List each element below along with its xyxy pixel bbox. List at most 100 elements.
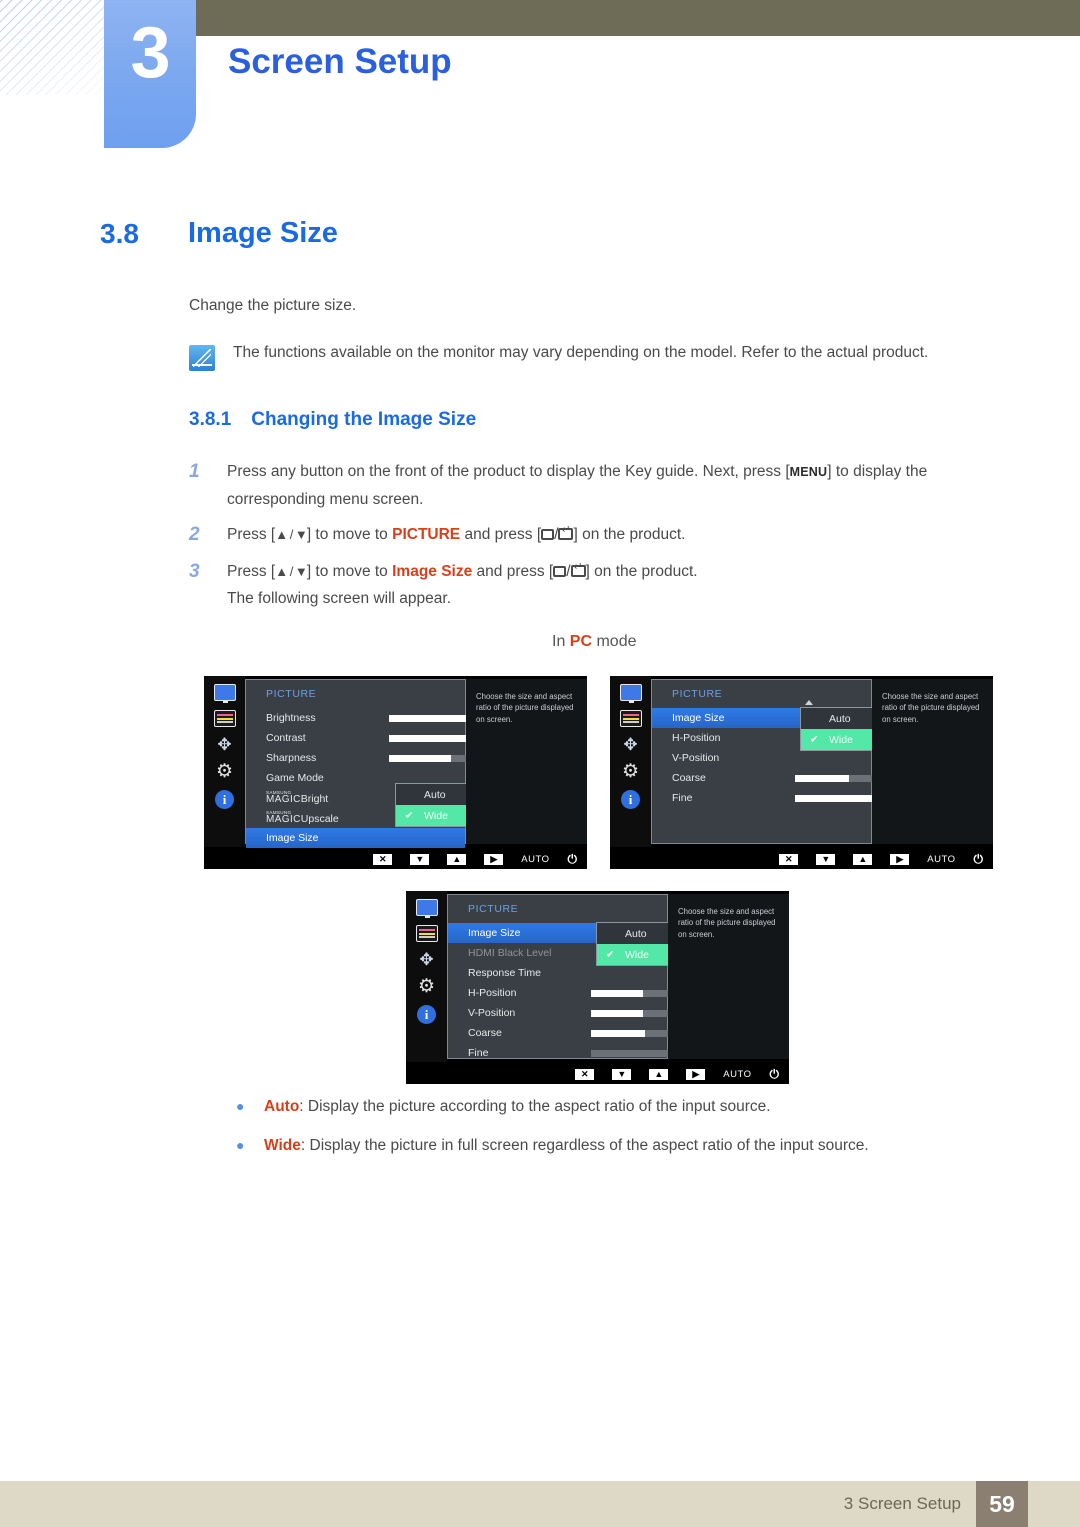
note-callout: The functions available on the monitor m…	[189, 343, 1009, 371]
gear-icon[interactable]: ⚙	[621, 762, 640, 781]
menu-key-label: MENU	[789, 465, 828, 479]
monitor-icon[interactable]	[415, 899, 438, 918]
osd-menu-panel: PICTURE Image Size H-Position V-Position…	[651, 679, 941, 844]
osd-row-coarse[interactable]: Coarse 2200	[448, 1023, 730, 1043]
osd-menu-panel: PICTURE Image Size HDMI Black Level Resp…	[447, 894, 737, 1059]
osd-row-sharpness[interactable]: Sharpness 60	[246, 748, 527, 768]
info-icon[interactable]: i	[215, 790, 234, 809]
auto-button[interactable]: AUTO	[521, 854, 549, 865]
pc-mode-pre: In	[552, 633, 570, 650]
right-arrow-icon[interactable]: ▶	[484, 853, 504, 865]
step-text-part4: ] on the product.	[573, 526, 686, 544]
osd-key-bar: ✕ ▼ ▲ ▶ AUTO ⏻	[610, 849, 993, 869]
osd-row-label: Contrast	[266, 732, 306, 744]
scroll-up-caret-icon	[805, 700, 813, 705]
color-bars-icon[interactable]	[415, 925, 438, 942]
subsection-number: 3.8.1	[189, 409, 232, 430]
osd-row-label: V-Position	[672, 752, 720, 764]
color-bars-icon[interactable]	[619, 710, 642, 727]
osd-row-label: Sharpness	[266, 752, 317, 764]
up-arrow-icon[interactable]: ▲	[447, 853, 467, 865]
pc-mode-highlight: PC	[569, 633, 593, 650]
osd-sidebar: ✥ ⚙ i	[406, 891, 447, 1062]
osd-screenshot-pc-picture: ✥ ⚙ i PICTURE Brightness 100 Contrast 75	[204, 676, 587, 869]
slash-2: /	[566, 562, 571, 580]
osd-menu-title: PICTURE	[468, 903, 519, 915]
osd-row-label: Brightness	[266, 712, 316, 724]
samsung-magic-logo: SAMSUNG MAGIC	[266, 809, 301, 826]
section-number: 3.8	[100, 218, 139, 249]
power-icon[interactable]: ⏻	[770, 1068, 780, 1080]
step-number: 1	[189, 461, 200, 482]
dpad-icon[interactable]: ✥	[214, 736, 235, 753]
close-icon[interactable]: ✕	[373, 853, 393, 865]
list-item: ● Wide: Display the picture in full scre…	[236, 1137, 1016, 1155]
step-2: 2 Press [▲ / ▼] to move to PICTURE and p…	[189, 521, 1001, 550]
osd-row-fine[interactable]: Fine 0	[448, 1043, 730, 1063]
step-target-keyword: Image Size	[392, 562, 473, 580]
steps-list: 1 Press any button on the front of the p…	[189, 458, 1001, 621]
source-key-icon	[541, 529, 555, 541]
samsung-magic-logo: SAMSUNG MAGIC	[266, 789, 301, 806]
step-3: 3 Press [▲ / ▼] to move to Image Size an…	[189, 558, 1001, 613]
osd-row-label: SAMSUNG MAGIC Bright	[266, 789, 329, 806]
magic-suffix: Bright	[300, 793, 329, 806]
auto-button[interactable]: AUTO	[723, 1069, 751, 1080]
right-arrow-icon[interactable]: ▶	[686, 1068, 706, 1080]
osd-row-fine[interactable]: Fine 70	[652, 788, 934, 808]
page-title: Image Size	[188, 217, 338, 249]
info-icon[interactable]: i	[621, 790, 640, 809]
bullet-term: Auto	[264, 1098, 300, 1115]
down-arrow-icon[interactable]: ▼	[612, 1068, 632, 1080]
step-text-part1: Press [	[227, 526, 276, 544]
osd-row-brightness[interactable]: Brightness 100	[246, 708, 527, 728]
osd-row-v-position[interactable]: V-Position	[652, 748, 871, 768]
gear-icon[interactable]: ⚙	[417, 977, 436, 996]
step-text-part1: Press any button on the front of the pro…	[227, 463, 790, 480]
up-arrow-icon[interactable]: ▲	[649, 1068, 669, 1080]
bullet-text: : Display the picture in full screen reg…	[300, 1137, 869, 1154]
subsection-title: Changing the Image Size	[251, 409, 477, 430]
osd-row-coarse[interactable]: Coarse 2200	[652, 768, 934, 788]
step-text-part4: ] on the product.	[585, 562, 698, 580]
power-icon[interactable]: ⏻	[974, 853, 984, 865]
close-icon[interactable]: ✕	[575, 1068, 595, 1080]
osd-row-label: Coarse	[672, 772, 706, 784]
osd-row-label: SAMSUNG MAGIC Upscale	[266, 809, 339, 826]
note-text: The functions available on the monitor m…	[233, 344, 929, 361]
osd-row-label: V-Position	[468, 1007, 516, 1019]
color-bars-icon[interactable]	[213, 710, 236, 727]
monitor-icon[interactable]	[213, 684, 236, 703]
pc-mode-post: mode	[592, 633, 637, 650]
auto-button[interactable]: AUTO	[927, 854, 955, 865]
close-icon[interactable]: ✕	[779, 853, 799, 865]
osd-row-label: H-Position	[672, 732, 721, 744]
osd-row-label: H-Position	[468, 987, 517, 999]
osd-row-label: Game Mode	[266, 772, 324, 784]
power-icon[interactable]: ⏻	[568, 853, 578, 865]
down-arrow-icon[interactable]: ▼	[816, 853, 836, 865]
bullet-text: : Display the picture according to the a…	[299, 1098, 771, 1115]
osd-row-image-size[interactable]: Image Size	[246, 828, 465, 848]
step-body: Press [▲ / ▼] to move to Image Size and …	[227, 558, 698, 613]
right-arrow-icon[interactable]: ▶	[890, 853, 910, 865]
info-icon[interactable]: i	[417, 1005, 436, 1024]
up-arrow-icon[interactable]: ▲	[853, 853, 873, 865]
osd-sidebar: ✥ ⚙ i	[204, 676, 245, 847]
osd-row-h-position[interactable]: H-Position 50	[448, 983, 730, 1003]
bullet-dot-icon: ●	[236, 1098, 245, 1114]
osd-row-response-time[interactable]: Response Time	[448, 963, 667, 983]
osd-help-text: Choose the size and aspect ratio of the …	[678, 907, 776, 939]
monitor-icon[interactable]	[619, 684, 642, 703]
footer-chapter-label: 3 Screen Setup	[843, 1494, 961, 1513]
osd-row-contrast[interactable]: Contrast 75	[246, 728, 527, 748]
chapter-tab: 3	[104, 0, 196, 148]
dpad-icon[interactable]: ✥	[416, 951, 437, 968]
osd-menu-panel: PICTURE Brightness 100 Contrast 75 Sharp…	[245, 679, 536, 848]
dpad-icon[interactable]: ✥	[620, 736, 641, 753]
step-text-part2: ] to move to	[306, 562, 393, 580]
step-number: 3	[189, 560, 200, 582]
down-arrow-icon[interactable]: ▼	[410, 853, 430, 865]
gear-icon[interactable]: ⚙	[215, 762, 234, 781]
osd-row-v-position[interactable]: V-Position 50	[448, 1003, 730, 1023]
